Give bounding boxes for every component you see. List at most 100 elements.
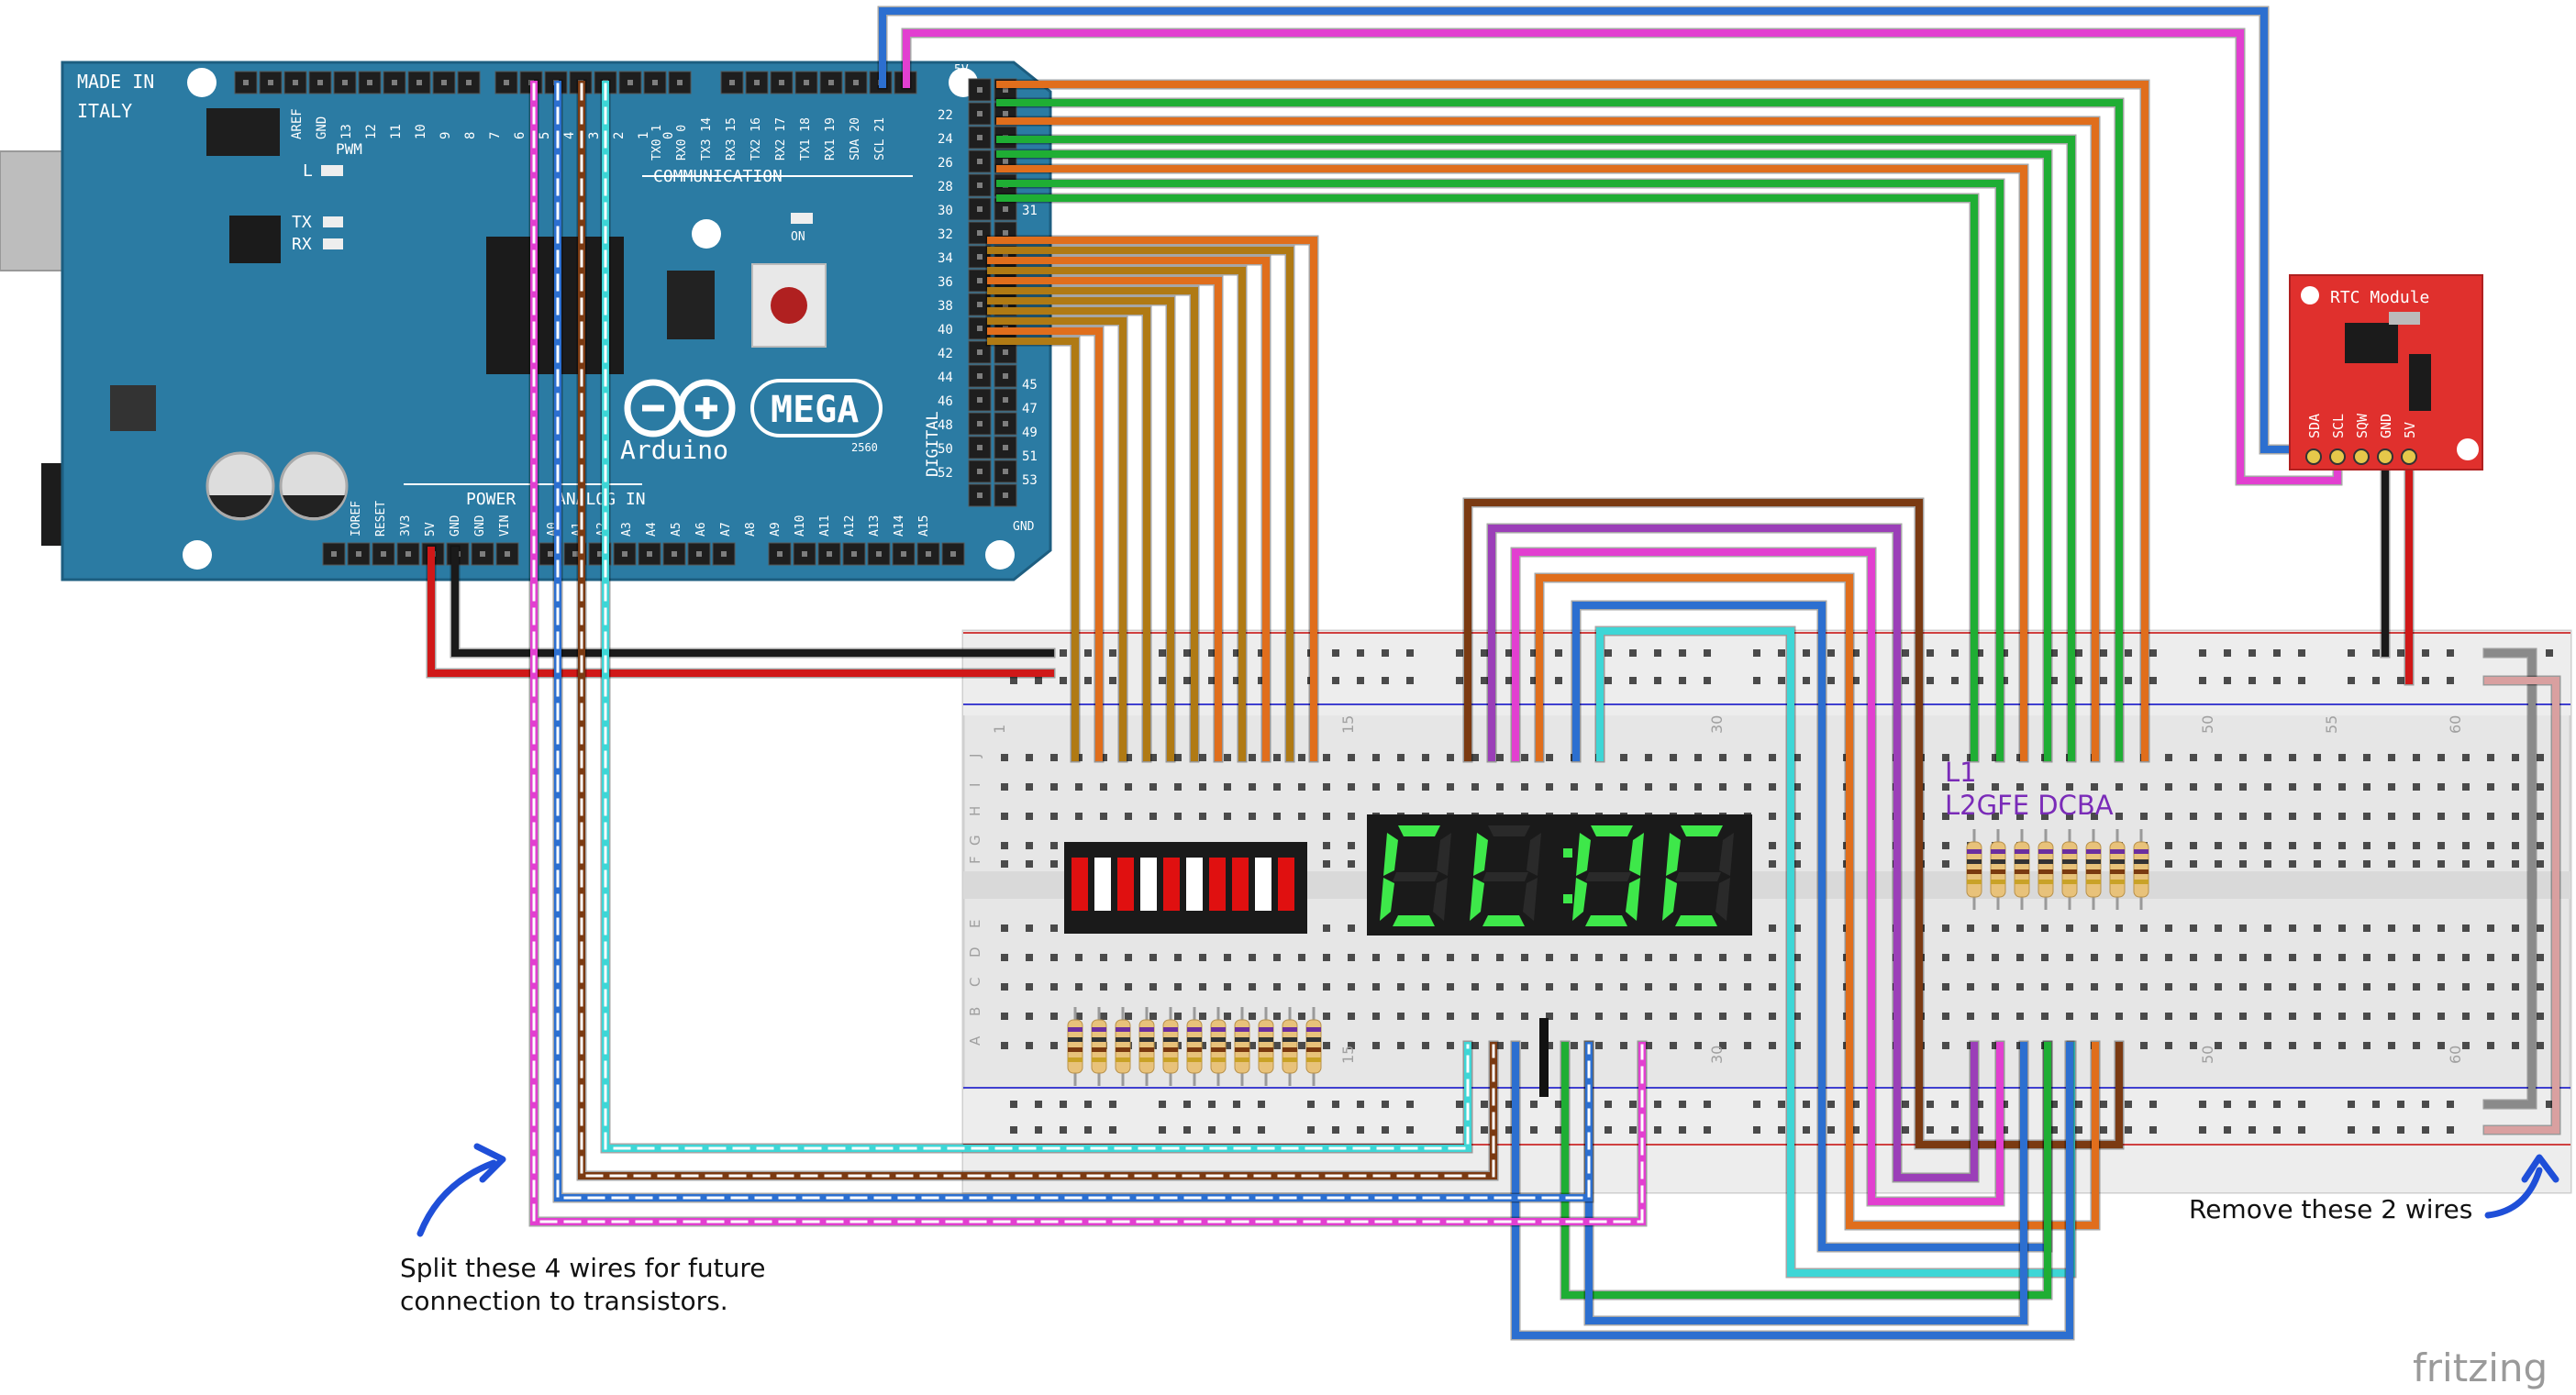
seven-segment-display (1367, 814, 1752, 936)
rtc-title: RTC Module (2330, 288, 2429, 307)
svg-text:3V3: 3V3 (399, 515, 413, 537)
col-label-50-bottom: 50 (2199, 1046, 2216, 1064)
svg-text:44: 44 (938, 371, 953, 385)
rtc-module: RTC Module SDA SCL SQW GND 5V (2289, 274, 2483, 471)
segment-d (1482, 915, 1525, 926)
col-label-30: 30 (1708, 715, 1726, 734)
row-label-c: C (967, 978, 983, 987)
row-label-f: F (967, 856, 983, 864)
split-note-line2: connection to transistors. (400, 1286, 728, 1316)
svg-text:A6: A6 (694, 522, 708, 537)
rtc-pin-sda: SDA (2306, 414, 2323, 438)
svg-text:A4: A4 (645, 522, 659, 537)
svg-text:45: 45 (1022, 378, 1038, 393)
svg-text:TX1 18: TX1 18 (799, 117, 813, 161)
remove-note: Remove these 2 wires (2189, 1194, 2472, 1224)
svg-text:24: 24 (938, 132, 953, 147)
svg-text:1: 1 (637, 132, 651, 139)
rtc-pin-sqw: SQW (2354, 413, 2371, 438)
bar-segment (1163, 858, 1180, 911)
svg-text:GND: GND (449, 515, 462, 537)
svg-text:38: 38 (938, 299, 953, 314)
svg-text:A10: A10 (794, 515, 807, 537)
svg-text:5V: 5V (424, 522, 438, 537)
svg-text:A5: A5 (670, 522, 683, 537)
led-on-label: ON (791, 230, 805, 244)
svg-text:12: 12 (364, 124, 379, 139)
svg-text:RX1 19: RX1 19 (824, 117, 838, 161)
rtc-pin-gnd: GND (2378, 414, 2394, 438)
svg-text:GND: GND (473, 515, 487, 537)
led-l-label: L (303, 161, 313, 181)
svg-text:52: 52 (938, 466, 953, 481)
svg-text:A12: A12 (843, 515, 857, 537)
row-label-d: D (967, 947, 983, 958)
segment-d (1393, 915, 1435, 926)
svg-text:8: 8 (463, 132, 478, 139)
svg-text:A11: A11 (818, 515, 832, 537)
svg-text:GND: GND (315, 116, 329, 139)
svg-text:RX3 15: RX3 15 (725, 117, 738, 161)
arduino-mega-board: MADE IN ITALY PWM L TX RX ON COMMUNICATI… (0, 61, 1052, 581)
svg-text:RESET: RESET (374, 501, 388, 537)
row-label-e: E (967, 920, 983, 928)
svg-text:5: 5 (538, 132, 552, 139)
svg-text:10: 10 (414, 124, 428, 139)
segment-labels-line1: L1 (1945, 757, 1977, 788)
bar-segment (1186, 858, 1203, 911)
svg-text:4: 4 (562, 132, 577, 139)
bar-segment (1209, 858, 1226, 911)
bar-segment (1232, 858, 1249, 911)
led-rx-label: RX (292, 235, 312, 254)
split-arrow-icon (416, 1159, 497, 1237)
svg-text:A14: A14 (893, 515, 906, 537)
bar-segment (1255, 858, 1271, 911)
board-model: MEGA (771, 389, 859, 431)
row-label-h: H (967, 806, 983, 816)
col-label-55: 55 (2323, 715, 2340, 734)
col-label-30-bottom: 30 (1708, 1046, 1726, 1064)
svg-text:TX3 14: TX3 14 (700, 117, 714, 161)
row-label-b: B (967, 1007, 983, 1016)
segment-g (1585, 872, 1631, 881)
segment-d (1675, 915, 1717, 926)
svg-text:36: 36 (938, 275, 953, 290)
segment-g (1393, 872, 1438, 881)
led-l (321, 165, 343, 176)
power-label: POWER (466, 490, 516, 509)
svg-text:AREF: AREF (290, 108, 305, 139)
col-label-60: 60 (2447, 715, 2464, 734)
led-tx-label: TX (292, 213, 312, 232)
fritzing-logo: fritzing (2413, 1345, 2548, 1390)
made-in-label: MADE IN (77, 71, 154, 93)
svg-text:A7: A7 (719, 522, 733, 537)
bar-segment (1278, 858, 1294, 911)
svg-text:51: 51 (1022, 449, 1038, 464)
pin-gnd-label: GND (1013, 520, 1035, 534)
board-brand: Arduino (620, 435, 728, 465)
svg-text:11: 11 (389, 124, 404, 139)
svg-text:31: 31 (1022, 204, 1038, 218)
svg-text:A8: A8 (744, 522, 758, 537)
svg-text:A13: A13 (868, 515, 882, 537)
segment-a (1681, 825, 1723, 836)
svg-text:A3: A3 (620, 522, 634, 537)
wiring-diagram: 1 15 30 50 55 60 15 30 50 60 J I H G F E… (0, 6, 2572, 1390)
segment-labels-line2: L2GFE DCBA (1945, 790, 2114, 821)
svg-text:28: 28 (938, 180, 953, 194)
communication-label: COMMUNICATION (653, 167, 783, 186)
col-label-15-bottom: 15 (1339, 1046, 1357, 1064)
svg-text:46: 46 (938, 394, 953, 409)
svg-text:50: 50 (938, 442, 953, 457)
bar-segment (1117, 858, 1134, 911)
row-label-j: J (967, 754, 983, 758)
col-label-15: 15 (1339, 715, 1357, 734)
svg-text:TX0 1: TX0 1 (650, 125, 664, 161)
svg-text:7: 7 (488, 132, 503, 139)
svg-text:RX2 17: RX2 17 (774, 117, 788, 161)
col-label-60-bottom: 60 (2447, 1046, 2464, 1064)
svg-text:RX0 0: RX0 0 (675, 125, 689, 161)
svg-text:26: 26 (938, 156, 953, 171)
svg-text:6: 6 (513, 132, 527, 139)
svg-text:A15: A15 (917, 515, 931, 537)
